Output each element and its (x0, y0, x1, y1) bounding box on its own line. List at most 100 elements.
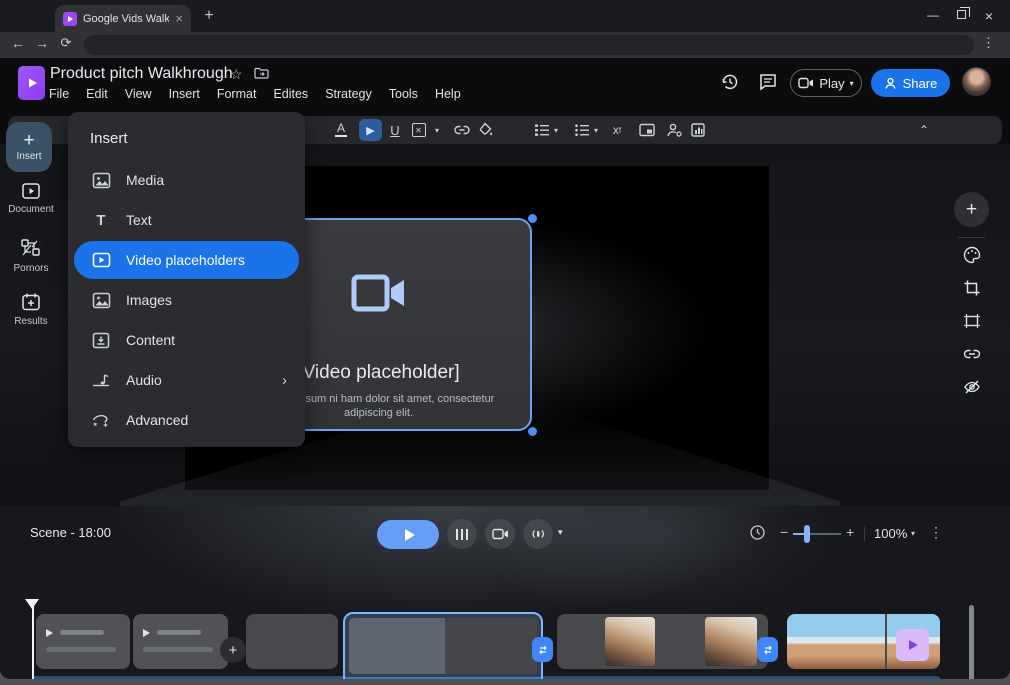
browser-window: Google Vids Walkthrough × + — × ← → ⟳ ⋮ … (0, 0, 1010, 679)
person-settings-icon[interactable] (663, 116, 685, 144)
zoom-out-button[interactable]: − (780, 524, 788, 540)
hide-eye-off-icon[interactable] (961, 377, 983, 397)
plus-icon: + (23, 133, 34, 149)
timeline-clip-empty[interactable] (246, 614, 338, 669)
images-icon (90, 292, 112, 309)
record-options-caret-icon[interactable]: ▾ (558, 527, 563, 538)
menu-edites[interactable]: Edites (273, 87, 308, 101)
vids-logo[interactable] (18, 66, 45, 100)
menu-item-advanced[interactable]: Advanced (68, 400, 305, 440)
timeline-clip-slide-1[interactable] (36, 614, 130, 669)
menu-item-media[interactable]: Media (68, 160, 305, 200)
timeline-clip-selected[interactable] (343, 612, 543, 679)
video-thumbnail (605, 617, 655, 666)
selection-handle[interactable] (528, 427, 537, 436)
divider (864, 527, 865, 541)
palette-icon[interactable] (961, 245, 983, 265)
link-icon[interactable] (961, 344, 983, 364)
add-clip-button[interactable]: + (220, 637, 246, 663)
transition-badge[interactable] (757, 637, 778, 662)
vids-favicon-icon (63, 12, 77, 26)
back-icon[interactable]: ← (8, 35, 28, 51)
reload-icon[interactable]: ⟳ (56, 35, 76, 51)
chart-insert-icon[interactable] (688, 116, 708, 144)
comments-icon[interactable] (757, 71, 779, 93)
browser-tab[interactable]: Google Vids Walkthrough × (55, 5, 191, 32)
menu-format[interactable]: Format (217, 87, 257, 101)
vertical-scrollbar[interactable] (969, 605, 974, 679)
timeline-clip-slide-2[interactable] (133, 614, 228, 669)
tab-close-icon[interactable]: × (175, 11, 183, 26)
new-tab-button[interactable]: + (200, 7, 218, 25)
zoom-caret-icon[interactable]: ▾ (911, 529, 915, 538)
share-label: Share (903, 76, 938, 91)
zoom-slider-handle[interactable] (804, 525, 810, 543)
menu-tools[interactable]: Tools (389, 87, 418, 101)
document-title[interactable]: Product pitch Walkhrough (50, 65, 233, 83)
menu-strategy[interactable]: Strategy (325, 87, 372, 101)
sidebar-item-results[interactable]: Results (0, 292, 62, 327)
move-folder-icon[interactable] (254, 67, 269, 79)
address-bar[interactable] (84, 35, 974, 55)
window-restore-button[interactable] (953, 8, 969, 19)
text-icon: T (90, 212, 112, 229)
play-tool-icon-selected[interactable]: ▶ (359, 119, 382, 141)
text-color-icon[interactable]: A (332, 116, 350, 144)
forward-icon[interactable]: → (32, 35, 52, 51)
menu-item-content[interactable]: Content (68, 320, 305, 360)
timeline-play-button[interactable] (377, 520, 439, 549)
record-audio-button[interactable] (523, 519, 553, 549)
play-button[interactable]: Play ▾ (790, 69, 862, 97)
video-thumbnail (787, 614, 885, 669)
timeline-duration-icon[interactable] (749, 524, 766, 541)
crop-icon[interactable] (961, 278, 983, 298)
window-minimize-button[interactable]: — (925, 8, 941, 22)
text-box-caret-icon[interactable]: ▾ (432, 116, 442, 144)
zoom-value[interactable]: 100% (874, 526, 907, 541)
underline-icon[interactable]: U (386, 116, 404, 144)
advanced-icon (90, 412, 112, 429)
bulleted-list-caret-icon[interactable]: ▾ (591, 116, 601, 144)
numbered-list-icon[interactable] (532, 116, 552, 144)
account-avatar[interactable] (962, 67, 991, 96)
zoom-slider[interactable] (793, 533, 841, 535)
sidebar-item-pornors[interactable]: Pornors (0, 237, 62, 274)
menu-item-video-placeholders[interactable]: Video placeholders (68, 240, 305, 280)
record-video-button[interactable] (485, 519, 515, 549)
numbered-list-caret-icon[interactable]: ▾ (551, 116, 561, 144)
browser-menu-icon[interactable]: ⋮ (982, 35, 995, 51)
timeline-pause-button[interactable] (447, 519, 477, 549)
star-icon[interactable]: ☆ (230, 66, 243, 83)
content-icon (90, 332, 112, 349)
menu-edit[interactable]: Edit (86, 87, 108, 101)
sidebar-item-insert[interactable]: + Insert (6, 122, 52, 172)
menu-view[interactable]: View (125, 87, 152, 101)
menu-item-text[interactable]: T Text (68, 200, 305, 240)
timeline-menu-icon[interactable]: ⋮ (929, 524, 943, 541)
share-button[interactable]: Share (871, 69, 950, 97)
menu-item-audio[interactable]: Audio › (68, 360, 305, 400)
version-history-icon[interactable] (719, 71, 741, 93)
picture-in-picture-icon[interactable] (637, 116, 657, 144)
collapse-toolbar-icon[interactable]: ⌃ (913, 116, 935, 144)
menu-insert[interactable]: Insert (169, 87, 200, 101)
insert-link-icon[interactable] (452, 116, 472, 144)
selection-handle[interactable] (528, 214, 537, 223)
fill-color-icon[interactable] (476, 116, 496, 144)
scene-label: Scene - 18:00 (30, 525, 111, 540)
resize-frame-icon[interactable] (961, 311, 983, 331)
text-box-icon[interactable]: ✕ (410, 116, 427, 144)
menu-item-images[interactable]: Images (68, 280, 305, 320)
superscript-icon[interactable]: xf (607, 116, 627, 144)
timeline-clip-video-1[interactable] (557, 614, 768, 669)
menu-help[interactable]: Help (435, 87, 461, 101)
zoom-in-button[interactable]: + (846, 524, 854, 540)
timeline-clip-video-2[interactable] (787, 614, 940, 669)
transition-badge[interactable] (532, 637, 553, 662)
sidebar-item-document[interactable]: Document (0, 182, 62, 215)
bulleted-list-icon[interactable] (572, 116, 592, 144)
window-close-button[interactable]: × (981, 8, 997, 24)
play-label: Play (819, 76, 844, 91)
add-scene-button[interactable]: + (954, 192, 989, 227)
menu-file[interactable]: File (49, 87, 69, 101)
